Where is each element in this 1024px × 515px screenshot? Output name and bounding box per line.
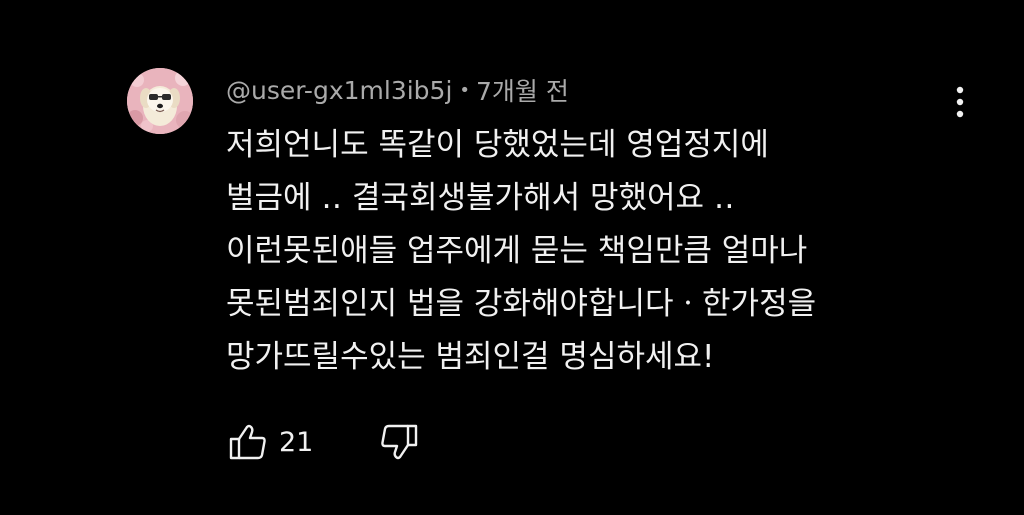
comment-text-line: 못된범죄인지 법을 강화해야합니다ㆍ한가정을 [226, 286, 817, 322]
comment-thread: @user-gx1ml3ib5j • 7개월 전 저희언니도 똑같이 당했었는데… [0, 0, 1024, 515]
dislike-button[interactable] [377, 420, 421, 464]
more-vert-icon [956, 86, 964, 118]
comment-header: @user-gx1ml3ib5j • 7개월 전 [226, 73, 569, 107]
comment-text-line: 이런못된애들 업주에게 묻는 책임만큼 얼마나 [226, 233, 808, 269]
meta-separator: • [459, 79, 471, 101]
avatar[interactable] [127, 68, 193, 134]
comment-text-line: 망가뜨릴수있는 범죄인걸 명심하세요! [226, 339, 715, 375]
comment-text-line: 벌금에 ‥ 결국회생불가해서 망했어요 ‥ [226, 180, 735, 216]
like-count: 21 [279, 426, 314, 458]
comment-timestamp[interactable]: 7개월 전 [476, 72, 569, 108]
comment-text: 저희언니도 똑같이 당했었는데 영업정지에 벌금에 ‥ 결국회생불가해서 망했어… [226, 119, 926, 384]
comment-actions: 21 [226, 420, 421, 464]
more-actions-button[interactable] [944, 80, 976, 124]
like-button[interactable] [226, 420, 270, 464]
comment-text-line: 저희언니도 똑같이 당했었는데 영업정지에 [226, 127, 769, 163]
author-name[interactable]: @user-gx1ml3ib5j [226, 76, 452, 105]
thumb-down-icon [381, 424, 418, 460]
thumb-up-icon [229, 424, 266, 460]
dog-avatar-icon [127, 68, 193, 134]
